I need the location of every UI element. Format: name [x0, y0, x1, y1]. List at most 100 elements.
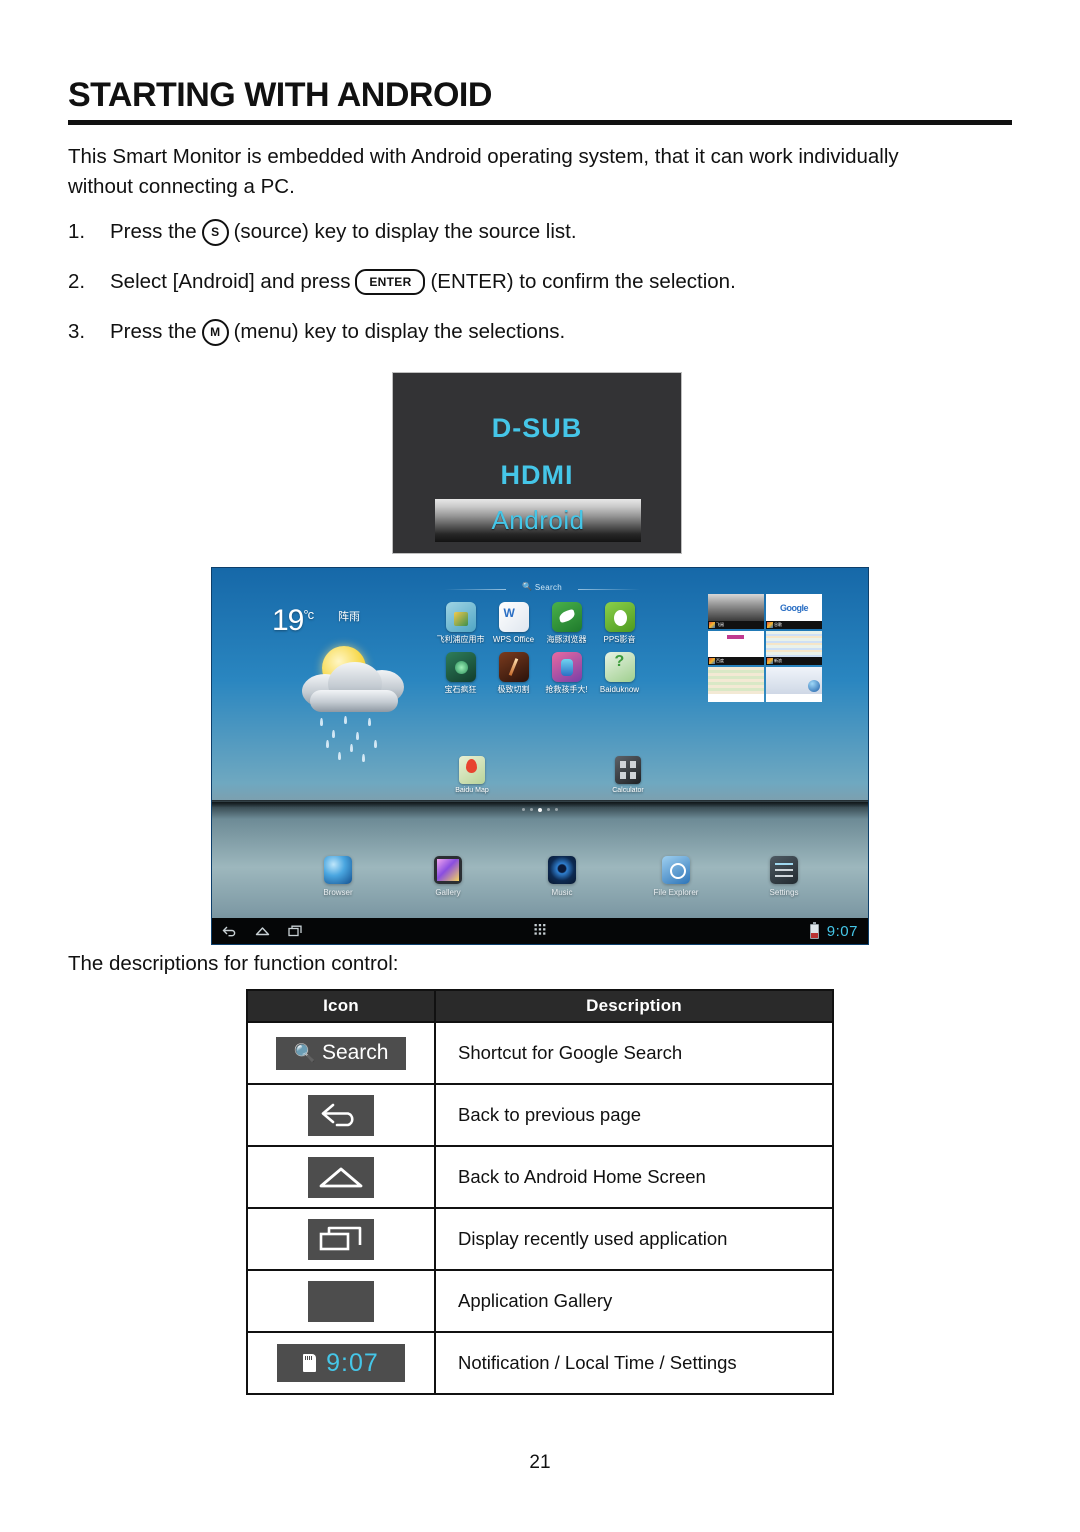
google-search-shortcut-icon: 🔍 Search	[276, 1036, 406, 1070]
enter-key-icon: ENTER	[355, 269, 426, 295]
app-label: 飞利浦应用市	[436, 635, 485, 644]
weather-temp-value: 19	[272, 604, 304, 637]
bookmark-thumb[interactable]: 飞阅	[708, 594, 764, 629]
rain-drop	[320, 718, 323, 726]
app-drawer-button[interactable]	[534, 922, 546, 940]
desktop-item-baidu-map[interactable]: Baidu Map	[444, 756, 500, 794]
source-selection-menu[interactable]: D-SUB HDMI Android	[392, 372, 682, 554]
app-gallery-grid-icon	[308, 1280, 374, 1322]
bookmarks-widget[interactable]: 飞阅 谷歌 百度 新浪	[708, 594, 822, 702]
search-bar-label: Search	[534, 582, 563, 592]
cut-game-icon	[498, 652, 529, 682]
bookmark-thumb[interactable]	[708, 667, 764, 702]
bookmark-caption: 新浪	[766, 657, 822, 666]
recent-apps-icon[interactable]	[288, 925, 303, 937]
rescue-game-icon	[551, 652, 582, 682]
search-icon: 🔍	[521, 582, 532, 591]
column-header-description: Description	[434, 989, 834, 1023]
baidu-map-icon	[459, 756, 485, 784]
page-dot[interactable]	[522, 808, 525, 811]
table-row: Application Gallery	[246, 1269, 834, 1333]
app-item[interactable]: 飞利浦应用市	[434, 602, 487, 644]
app-item[interactable]: PPS影音	[593, 602, 646, 644]
source-option-android[interactable]: Android	[435, 499, 641, 542]
bookmark-thumb[interactable]: 百度	[708, 630, 764, 666]
step-text-after: (source) key to display the source list.	[233, 220, 577, 243]
app-item[interactable]: 海豚浏览器	[540, 602, 593, 644]
table-cell-description: Back to Android Home Screen	[434, 1145, 834, 1209]
app-label: WPS Office	[492, 635, 535, 644]
page-dot[interactable]	[530, 808, 533, 811]
page-dot[interactable]	[547, 808, 550, 811]
google-search-bar[interactable]: 🔍 Search	[444, 580, 640, 594]
table-cell-description: Application Gallery	[434, 1269, 834, 1333]
table-cell-icon: 🔍 Search	[246, 1021, 436, 1085]
table-cell-icon	[246, 1145, 436, 1209]
bookmark-caption: 谷歌	[766, 620, 822, 629]
table-cell-description: Notification / Local Time / Settings	[434, 1331, 834, 1395]
android-home-screenshot: 🔍 Search 19°c 阵雨 飞利浦应用市 W WPS Office 海豚浏…	[211, 567, 869, 945]
system-status-area[interactable]: 9:07	[809, 921, 858, 940]
source-option-android-label: Android	[491, 505, 585, 535]
rain-drop	[332, 730, 335, 738]
cloud-part	[310, 690, 398, 712]
dock-item-label: Music	[551, 888, 573, 897]
recent-apps-icon	[308, 1218, 374, 1260]
table-cell-description: Shortcut for Google Search	[434, 1021, 834, 1085]
bookmark-thumb[interactable]: 谷歌	[766, 594, 822, 629]
app-item[interactable]: 极致切割	[487, 652, 540, 694]
app-item[interactable]: 宝石疯狂	[434, 652, 487, 694]
page-title: STARTING WITH ANDROID	[68, 76, 492, 114]
source-option-dsub[interactable]: D-SUB	[393, 413, 681, 444]
table-row: 🔍 Search Shortcut for Google Search	[246, 1021, 834, 1085]
dock-item-file-explorer[interactable]: File Explorer	[636, 856, 716, 897]
rain-drop	[368, 718, 371, 726]
bookmark-preview	[766, 667, 822, 694]
app-label: PPS影音	[603, 635, 636, 644]
back-arrow-icon[interactable]	[222, 925, 237, 938]
bookmark-thumb[interactable]	[766, 667, 822, 702]
page-dot-active[interactable]	[538, 808, 542, 812]
step-number: 3.	[68, 320, 86, 343]
dock-item-music[interactable]: Music	[522, 856, 602, 897]
dock-bar: Browser Gallery Music File Explorer Sett…	[212, 856, 868, 912]
battery-icon	[809, 921, 819, 939]
title-divider	[68, 120, 1012, 125]
app-item[interactable]: Baiduknow	[593, 652, 646, 694]
search-button-label: Search	[321, 1041, 389, 1064]
status-clock: 9:07	[826, 922, 858, 940]
back-arrow-icon	[308, 1094, 374, 1136]
app-gallery-grid-icon	[534, 924, 546, 935]
magnifier-glyph: 🔍	[293, 1042, 316, 1063]
rain-drop	[344, 716, 347, 724]
table-header-row: Icon Description	[246, 989, 834, 1023]
table-row: Display recently used application	[246, 1207, 834, 1271]
wps-office-icon	[498, 602, 529, 632]
step-number: 2.	[68, 270, 86, 293]
app-row: 飞利浦应用市 WPS Office 海豚浏览器 PPS影音	[434, 602, 646, 644]
step-text-before: Press the	[110, 320, 197, 343]
browser-icon	[324, 856, 352, 884]
rain-drop	[356, 732, 359, 740]
source-option-hdmi[interactable]: HDMI	[393, 460, 681, 491]
philips-store-icon	[445, 602, 476, 632]
home-icon[interactable]	[255, 926, 270, 937]
bookmark-thumb[interactable]: 新浪	[766, 630, 822, 666]
app-item[interactable]: 抢救孩手大!	[540, 652, 593, 694]
page-dot[interactable]	[555, 808, 558, 811]
step-text-after: (ENTER) to confirm the selection.	[430, 270, 736, 293]
app-item[interactable]: WPS Office	[487, 602, 540, 644]
rain-drop	[374, 740, 377, 748]
system-nav-buttons	[222, 925, 303, 938]
dock-item-browser[interactable]: Browser	[298, 856, 378, 897]
bookmark-preview	[708, 667, 764, 694]
desktop-item-calculator[interactable]: Calculator	[600, 756, 656, 794]
menu-key-icon: M	[201, 318, 229, 346]
step-item-2: 2. Select [Android] and press ENTER (ENT…	[68, 268, 988, 296]
dock-item-gallery[interactable]: Gallery	[408, 856, 488, 897]
table-row: Back to Android Home Screen	[246, 1145, 834, 1209]
app-label: 抢救孩手大!	[545, 685, 588, 694]
dock-item-settings[interactable]: Settings	[744, 856, 824, 897]
table-cell-icon	[246, 1207, 436, 1271]
calculator-icon	[615, 756, 641, 784]
